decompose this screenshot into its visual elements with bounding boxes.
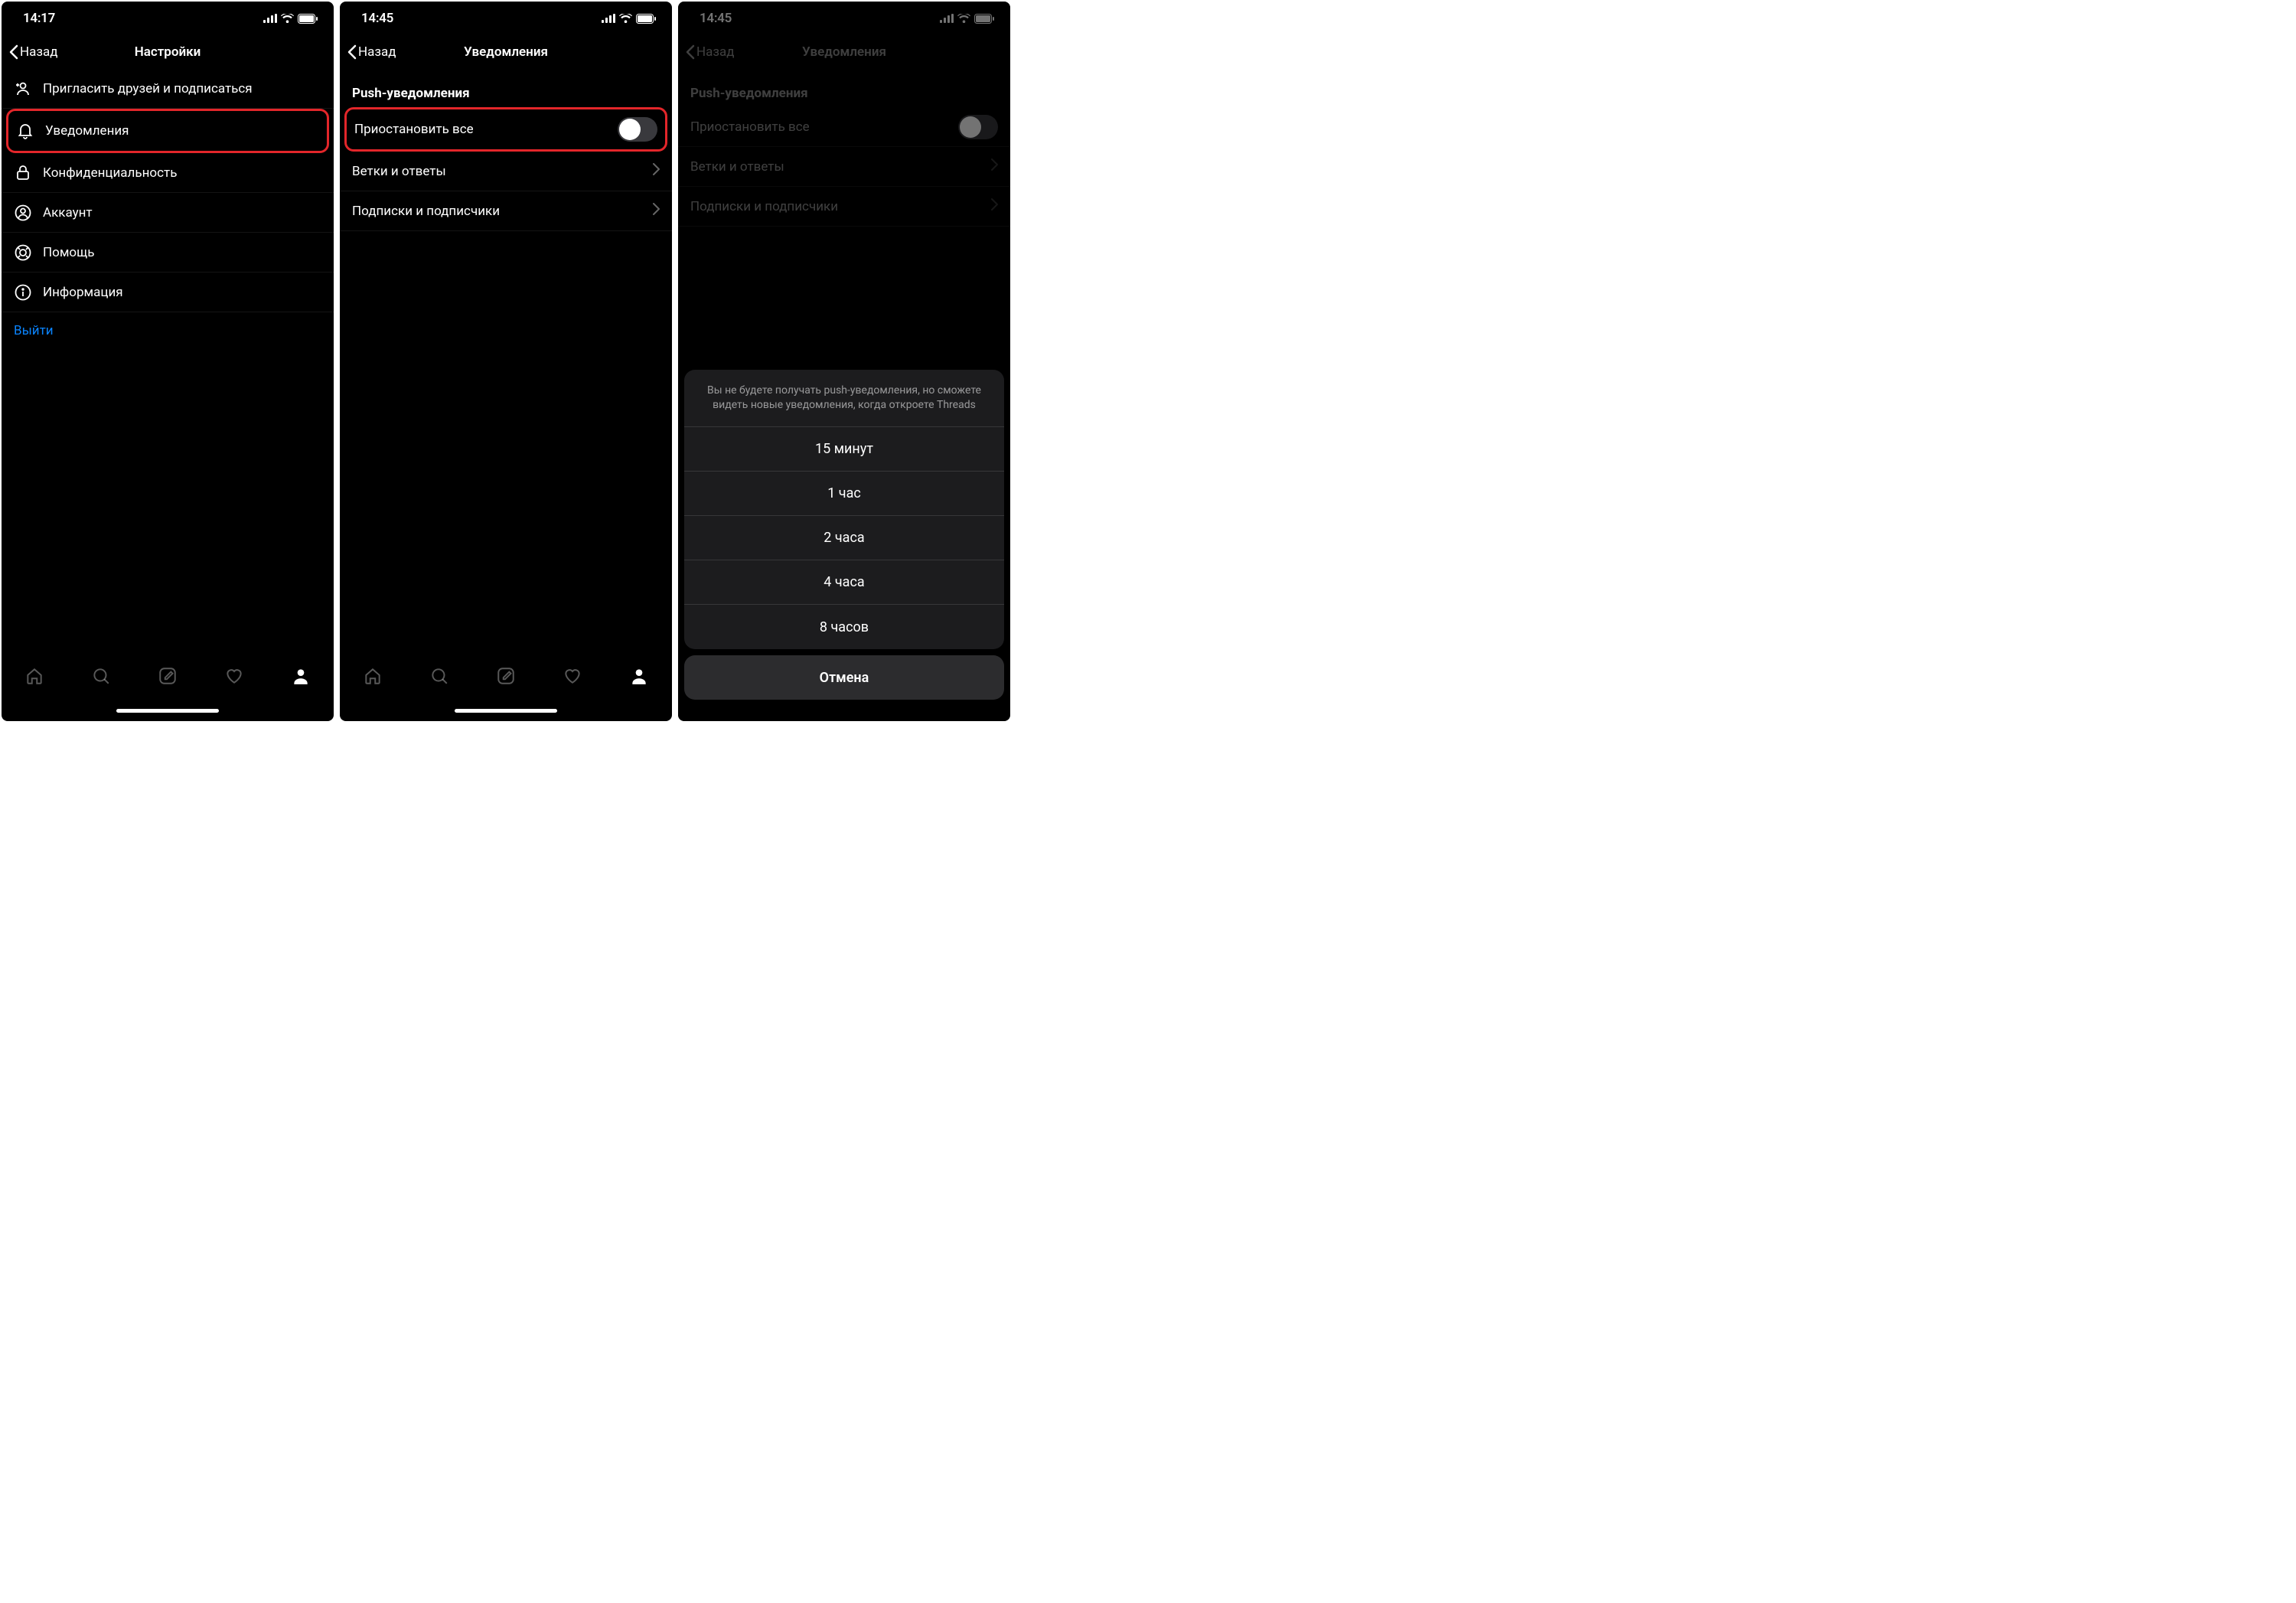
chevron-left-icon [9,44,18,60]
settings-row-invite[interactable]: Пригласить друзей и подписаться [2,69,334,109]
back-label: Назад [358,44,396,60]
settings-row-notifications[interactable]: Уведомления [8,111,327,151]
row-label: Помощь [43,245,321,260]
row-label: Конфиденциальность [43,165,321,181]
person-circle-icon [14,204,32,222]
row-label: Приостановить все [354,122,607,137]
nav-bar: Назад Настройки [2,35,334,69]
tab-compose[interactable] [495,665,517,687]
settings-list: Пригласить друзей и подписаться Уведомле… [2,69,334,654]
status-indicators [263,14,318,24]
notifications-content: Push-уведомления Приостановить все Ветки… [340,69,672,654]
screen-notifications-with-sheet: 14:45 Назад Уведомления Push-уведомления… [678,2,1010,721]
action-sheet-overlay[interactable]: Вы не будете получать push-уведомления, … [678,2,1010,721]
tab-activity[interactable] [223,665,245,687]
highlight-pause-all: Приостановить все [344,107,667,152]
pause-option-2h[interactable]: 2 часа [684,516,1004,560]
cellular-icon [263,14,277,23]
row-label: Подписки и подписчики [352,204,642,219]
tab-profile[interactable] [290,665,311,687]
screen-notifications: 14:45 Назад Уведомления Push-уведомления… [340,2,672,721]
action-sheet: Вы не будете получать push-уведомления, … [684,370,1004,649]
lock-icon [14,164,32,182]
wifi-icon [619,14,632,23]
row-label: Информация [43,285,321,300]
row-label: Пригласить друзей и подписаться [43,81,321,96]
battery-icon [636,14,657,24]
nav-bar: Назад Уведомления [340,35,672,69]
pause-option-8h[interactable]: 8 часов [684,605,1004,649]
bell-icon [16,122,34,140]
action-sheet-header: Вы не будете получать push-уведомления, … [684,370,1004,427]
tab-compose[interactable] [157,665,178,687]
chevron-right-icon [653,163,660,179]
highlight-notifications: Уведомления [6,109,329,153]
settings-row-about[interactable]: Информация [2,273,334,312]
chevron-right-icon [653,203,660,219]
person-add-icon [14,80,32,98]
tab-bar [2,654,334,700]
home-indicator[interactable] [2,700,334,721]
logout-link[interactable]: Выйти [2,312,334,349]
status-bar: 14:17 [2,2,334,35]
tab-bar [340,654,672,700]
row-label: Ветки и ответы [352,164,642,179]
tab-home[interactable] [24,665,45,687]
screen-settings: 14:17 Назад Настройки Пригласить друзей … [2,2,334,721]
tab-search[interactable] [90,665,112,687]
pause-option-4h[interactable]: 4 часа [684,560,1004,605]
row-threads-replies[interactable]: Ветки и ответы [340,152,672,191]
settings-row-account[interactable]: Аккаунт [2,193,334,233]
pause-option-1h[interactable]: 1 час [684,472,1004,516]
row-label: Аккаунт [43,205,321,220]
settings-row-help[interactable]: Помощь [2,233,334,273]
back-button[interactable]: Назад [347,44,396,60]
info-icon [14,283,32,302]
row-label: Уведомления [45,123,319,139]
status-indicators [602,14,657,24]
action-sheet-cancel[interactable]: Отмена [684,655,1004,700]
section-header-push: Push-уведомления [340,69,672,107]
toggle-pause-all[interactable] [618,117,657,142]
row-following-followers[interactable]: Подписки и подписчики [340,191,672,231]
tab-search[interactable] [429,665,450,687]
back-label: Назад [20,44,58,60]
settings-row-privacy[interactable]: Конфиденциальность [2,153,334,193]
tab-activity[interactable] [562,665,583,687]
battery-icon [298,14,318,24]
row-pause-all[interactable]: Приостановить все [347,109,665,149]
chevron-left-icon [347,44,357,60]
pause-option-15min[interactable]: 15 минут [684,427,1004,472]
status-time: 14:45 [361,11,393,26]
status-time: 14:17 [23,11,55,26]
tab-home[interactable] [362,665,383,687]
tab-profile[interactable] [628,665,650,687]
lifebuoy-icon [14,243,32,262]
status-bar: 14:45 [340,2,672,35]
home-indicator[interactable] [340,700,672,721]
cellular-icon [602,14,615,23]
back-button[interactable]: Назад [9,44,58,60]
wifi-icon [281,14,294,23]
